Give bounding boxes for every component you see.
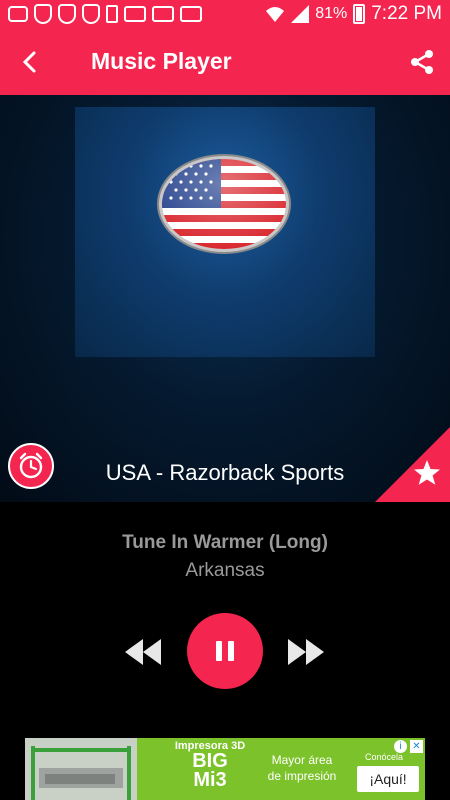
status-icons-left xyxy=(8,4,202,24)
ad-line3: Mi3 xyxy=(193,769,227,791)
radio-notification-icon xyxy=(152,6,174,22)
battery-percentage: 81% xyxy=(315,5,348,22)
ad-text-b: de impresión xyxy=(267,769,337,783)
ad-conoce: Conócela xyxy=(365,752,404,762)
signal-icon xyxy=(291,5,310,23)
song-title: Tune In Warmer (Long) xyxy=(122,532,328,553)
playback-controls xyxy=(0,612,450,692)
shield-notification-icon xyxy=(82,4,100,24)
ad-cta-button[interactable]: ¡Aquí! xyxy=(357,766,419,792)
back-arrow-icon[interactable] xyxy=(16,48,44,76)
radio-notification-icon xyxy=(180,6,202,22)
page-title: Music Player xyxy=(91,48,232,74)
status-icons-right: 81% 7:22 PM xyxy=(265,3,442,25)
station-hero: USA - Razorback Sports xyxy=(0,95,450,502)
shield-notification-icon xyxy=(58,4,76,24)
artist-name: Arkansas xyxy=(185,560,265,581)
shield-notification-icon xyxy=(34,4,52,24)
usa-flag-icon xyxy=(157,154,291,254)
clock: 7:22 PM xyxy=(371,3,442,24)
status-bar: 81% 7:22 PM xyxy=(0,0,450,28)
wifi-icon xyxy=(266,7,285,22)
phone-notification-icon xyxy=(106,5,118,23)
station-artwork xyxy=(75,107,375,357)
ad-headline: Impresora 3D BIG Mi3 xyxy=(160,738,260,800)
ad-close-icon[interactable]: ✕ xyxy=(410,740,423,753)
pause-button[interactable] xyxy=(187,613,263,689)
chat-notification-icon xyxy=(8,6,28,22)
ad-banner[interactable]: Impresora 3D BIG Mi3 Mayor área de impre… xyxy=(25,738,425,800)
battery-icon xyxy=(353,4,366,24)
rewind-button[interactable] xyxy=(123,637,163,667)
ad-text-a: Mayor área xyxy=(271,753,333,767)
share-icon[interactable] xyxy=(408,48,436,76)
pause-icon xyxy=(216,641,234,661)
ad-info-icon[interactable]: i xyxy=(394,740,407,753)
favorite-button[interactable] xyxy=(375,427,450,502)
ad-printer-image xyxy=(25,738,137,800)
app-bar: Music Player xyxy=(0,28,450,95)
ad-body: Mayor área de impresión xyxy=(257,752,347,784)
fast-forward-button[interactable] xyxy=(286,637,326,667)
radio-notification-icon xyxy=(124,6,146,22)
